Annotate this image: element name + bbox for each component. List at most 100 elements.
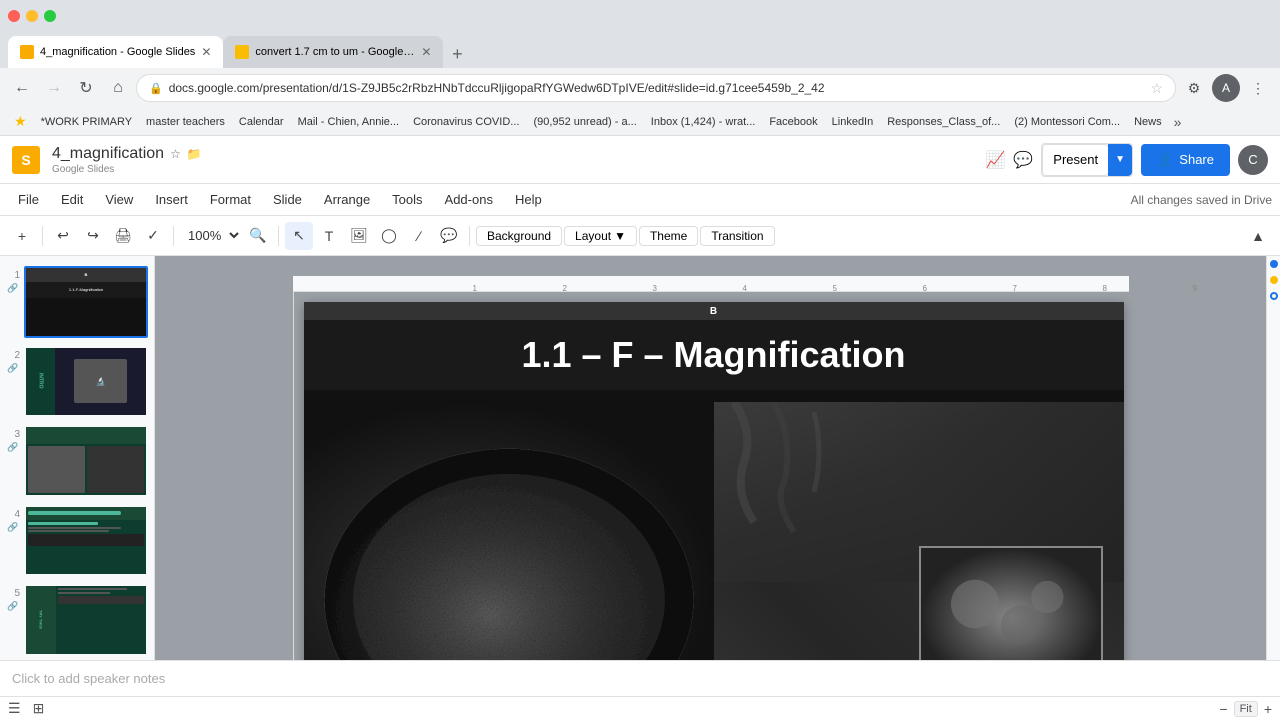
slide-main-title: 1.1 – F – Magnification — [324, 334, 1104, 376]
sidebar-dot-yellow[interactable] — [1270, 276, 1278, 284]
cursor-btn[interactable]: ↖ — [285, 222, 313, 250]
layout-btn[interactable]: Layout ▼ — [564, 226, 637, 246]
sidebar-dot-outline[interactable] — [1270, 292, 1278, 300]
bookmark-calendar[interactable]: Calendar — [233, 114, 290, 130]
maximize-btn[interactable] — [44, 10, 56, 22]
bookmark-covid[interactable]: Coronavirus COVID... — [407, 114, 525, 130]
tab-slides-close[interactable]: ✕ — [201, 45, 211, 59]
bookmark-news[interactable]: News — [1128, 114, 1168, 130]
speaker-notes-area[interactable]: Click to add speaker notes — [0, 660, 1280, 696]
slide-item-1[interactable]: 1 🔗 B 1.1-F-Magnification — [4, 264, 150, 340]
slide-thumb-4[interactable] — [24, 505, 148, 577]
address-bar[interactable]: 🔒 docs.google.com/presentation/d/1S-Z9JB… — [136, 74, 1176, 102]
share-button[interactable]: 👤 Share — [1141, 144, 1230, 176]
user-avatar[interactable]: C — [1238, 145, 1268, 175]
slide-thumb-1[interactable]: B 1.1-F-Magnification — [24, 266, 148, 338]
slide-background: B 1.1 – F – Magnification — [304, 302, 1124, 660]
menu-view[interactable]: View — [95, 188, 143, 211]
forward-button[interactable]: → — [40, 74, 68, 102]
slides-view-icon[interactable]: ☰ — [8, 700, 21, 717]
slide-item-5[interactable]: 5 🔗 TRY THIS! — [4, 582, 150, 658]
menu-tools[interactable]: Tools — [382, 188, 432, 211]
collapse-toolbar-btn[interactable]: ▲ — [1244, 222, 1272, 250]
undo-btn[interactable]: ↩ — [49, 222, 77, 250]
menu-addons[interactable]: Add-ons — [435, 188, 503, 211]
slide-thumb-5[interactable]: TRY THIS! — [24, 584, 148, 656]
extensions-icon[interactable]: ⚙ — [1180, 74, 1208, 102]
bookmark-teachers[interactable]: master teachers — [140, 114, 231, 130]
menu-edit[interactable]: Edit — [51, 188, 93, 211]
comment-btn[interactable]: 💬 — [435, 222, 463, 250]
back-button[interactable]: ← — [8, 74, 36, 102]
menu-arrange[interactable]: Arrange — [314, 188, 380, 211]
menu-slide[interactable]: Slide — [263, 188, 312, 211]
bookmark-montessori[interactable]: (2) Montessori Com... — [1008, 114, 1126, 130]
analytics-icon[interactable]: 📈 — [985, 150, 1005, 170]
bookmark-linkedin[interactable]: LinkedIn — [826, 114, 880, 130]
minimize-btn[interactable] — [26, 10, 38, 22]
menu-insert[interactable]: Insert — [145, 188, 198, 211]
grid-view-icon[interactable]: ⊞ — [33, 700, 45, 717]
tab-google-close[interactable]: ✕ — [421, 45, 431, 59]
add-slide-btn[interactable]: + — [8, 222, 36, 250]
slide-item-4[interactable]: 4 🔗 — [4, 503, 150, 579]
slide-canvas-area[interactable]: B 1.1 – F – Magnification — [294, 292, 1134, 660]
tab-slides[interactable]: 4_magnification - Google Slides ✕ — [8, 36, 223, 68]
menu-file[interactable]: File — [8, 188, 49, 211]
slide-canvas[interactable]: B 1.1 – F – Magnification — [304, 302, 1124, 660]
slide-link-icon-3: 🔗 — [7, 442, 18, 453]
bookmark-facebook[interactable]: Facebook — [763, 114, 823, 130]
canvas-scroll-area[interactable]: 1 2 3 4 5 6 7 8 9 -4 -3 — [155, 256, 1266, 660]
redo-btn[interactable]: ↪ — [79, 222, 107, 250]
transition-btn[interactable]: Transition — [700, 226, 774, 246]
bookmark-responses[interactable]: Responses_Class_of... — [881, 114, 1006, 130]
bookmark-star[interactable]: ☆ — [1150, 80, 1163, 97]
image-btn[interactable]: 🖼 — [345, 222, 373, 250]
present-dropdown[interactable]: ▼ — [1108, 144, 1132, 176]
line-btn[interactable]: ∕ — [405, 222, 433, 250]
zoom-select[interactable]: 100% 75% 50% — [180, 225, 242, 246]
spell-check-btn[interactable]: ✓ — [139, 222, 167, 250]
home-button[interactable]: ⌂ — [104, 74, 132, 102]
close-btn[interactable] — [8, 10, 20, 22]
bookmark-inbox[interactable]: Inbox (1,424) - wrat... — [645, 114, 762, 130]
slide-item-2[interactable]: 2 🔗 INTRO 🔬 — [4, 344, 150, 420]
speaker-notes-placeholder[interactable]: Click to add speaker notes — [12, 671, 165, 686]
sidebar-dot-blue[interactable] — [1270, 260, 1278, 268]
menu-help[interactable]: Help — [505, 188, 552, 211]
slide-panel: 1 🔗 B 1.1-F-Magnification — [0, 256, 155, 660]
bookmark-mail[interactable]: Mail - Chien, Annie... — [292, 114, 406, 130]
bookmark-work[interactable]: *WORK PRIMARY — [35, 114, 138, 130]
zoom-in-btn[interactable]: + — [1264, 701, 1272, 717]
reload-button[interactable]: ↻ — [72, 74, 100, 102]
new-tab-button[interactable]: + — [443, 40, 471, 68]
star-icon[interactable]: ☆ — [170, 147, 181, 161]
shape-btn[interactable]: ◯ — [375, 222, 403, 250]
text-btn[interactable]: T — [315, 222, 343, 250]
slides-favicon — [20, 45, 34, 59]
print-btn[interactable]: 🖨 — [109, 222, 137, 250]
slide-item-3[interactable]: 3 🔗 — [4, 423, 150, 499]
bookmarks-more[interactable]: » — [1174, 114, 1182, 130]
slide-thumb-2[interactable]: INTRO 🔬 — [24, 346, 148, 418]
micro-texture-left — [304, 402, 714, 660]
comments-icon[interactable]: 💬 — [1013, 150, 1033, 170]
bookmark-unread[interactable]: (90,952 unread) - a... — [527, 114, 642, 130]
menu-icon[interactable]: ⋮ — [1244, 74, 1272, 102]
theme-btn[interactable]: Theme — [639, 226, 698, 246]
zoom-out-btn[interactable]: − — [1219, 701, 1227, 717]
slide-link-icon-5: 🔗 — [7, 601, 18, 612]
zoom-fit-btn[interactable]: Fit — [1234, 701, 1258, 717]
zoom-search-btn[interactable]: 🔍 — [244, 222, 272, 250]
present-button[interactable]: Present — [1042, 144, 1109, 176]
folder-icon[interactable]: 📁 — [187, 147, 202, 161]
canvas-wrapper: 1 2 3 4 5 6 7 8 9 -4 -3 — [293, 276, 1129, 660]
slide-thumb-3[interactable] — [24, 425, 148, 497]
present-btn-group: Present ▼ — [1041, 143, 1133, 177]
background-btn[interactable]: Background — [476, 226, 562, 246]
menu-format[interactable]: Format — [200, 188, 261, 211]
tab-google[interactable]: convert 1.7 cm to um - Google ... ✕ — [223, 36, 443, 68]
slide-title-area[interactable]: 1.1 – F – Magnification — [304, 320, 1124, 390]
profile-icon[interactable]: A — [1212, 74, 1240, 102]
bookmark-covid-label: Coronavirus COVID... — [413, 116, 519, 128]
